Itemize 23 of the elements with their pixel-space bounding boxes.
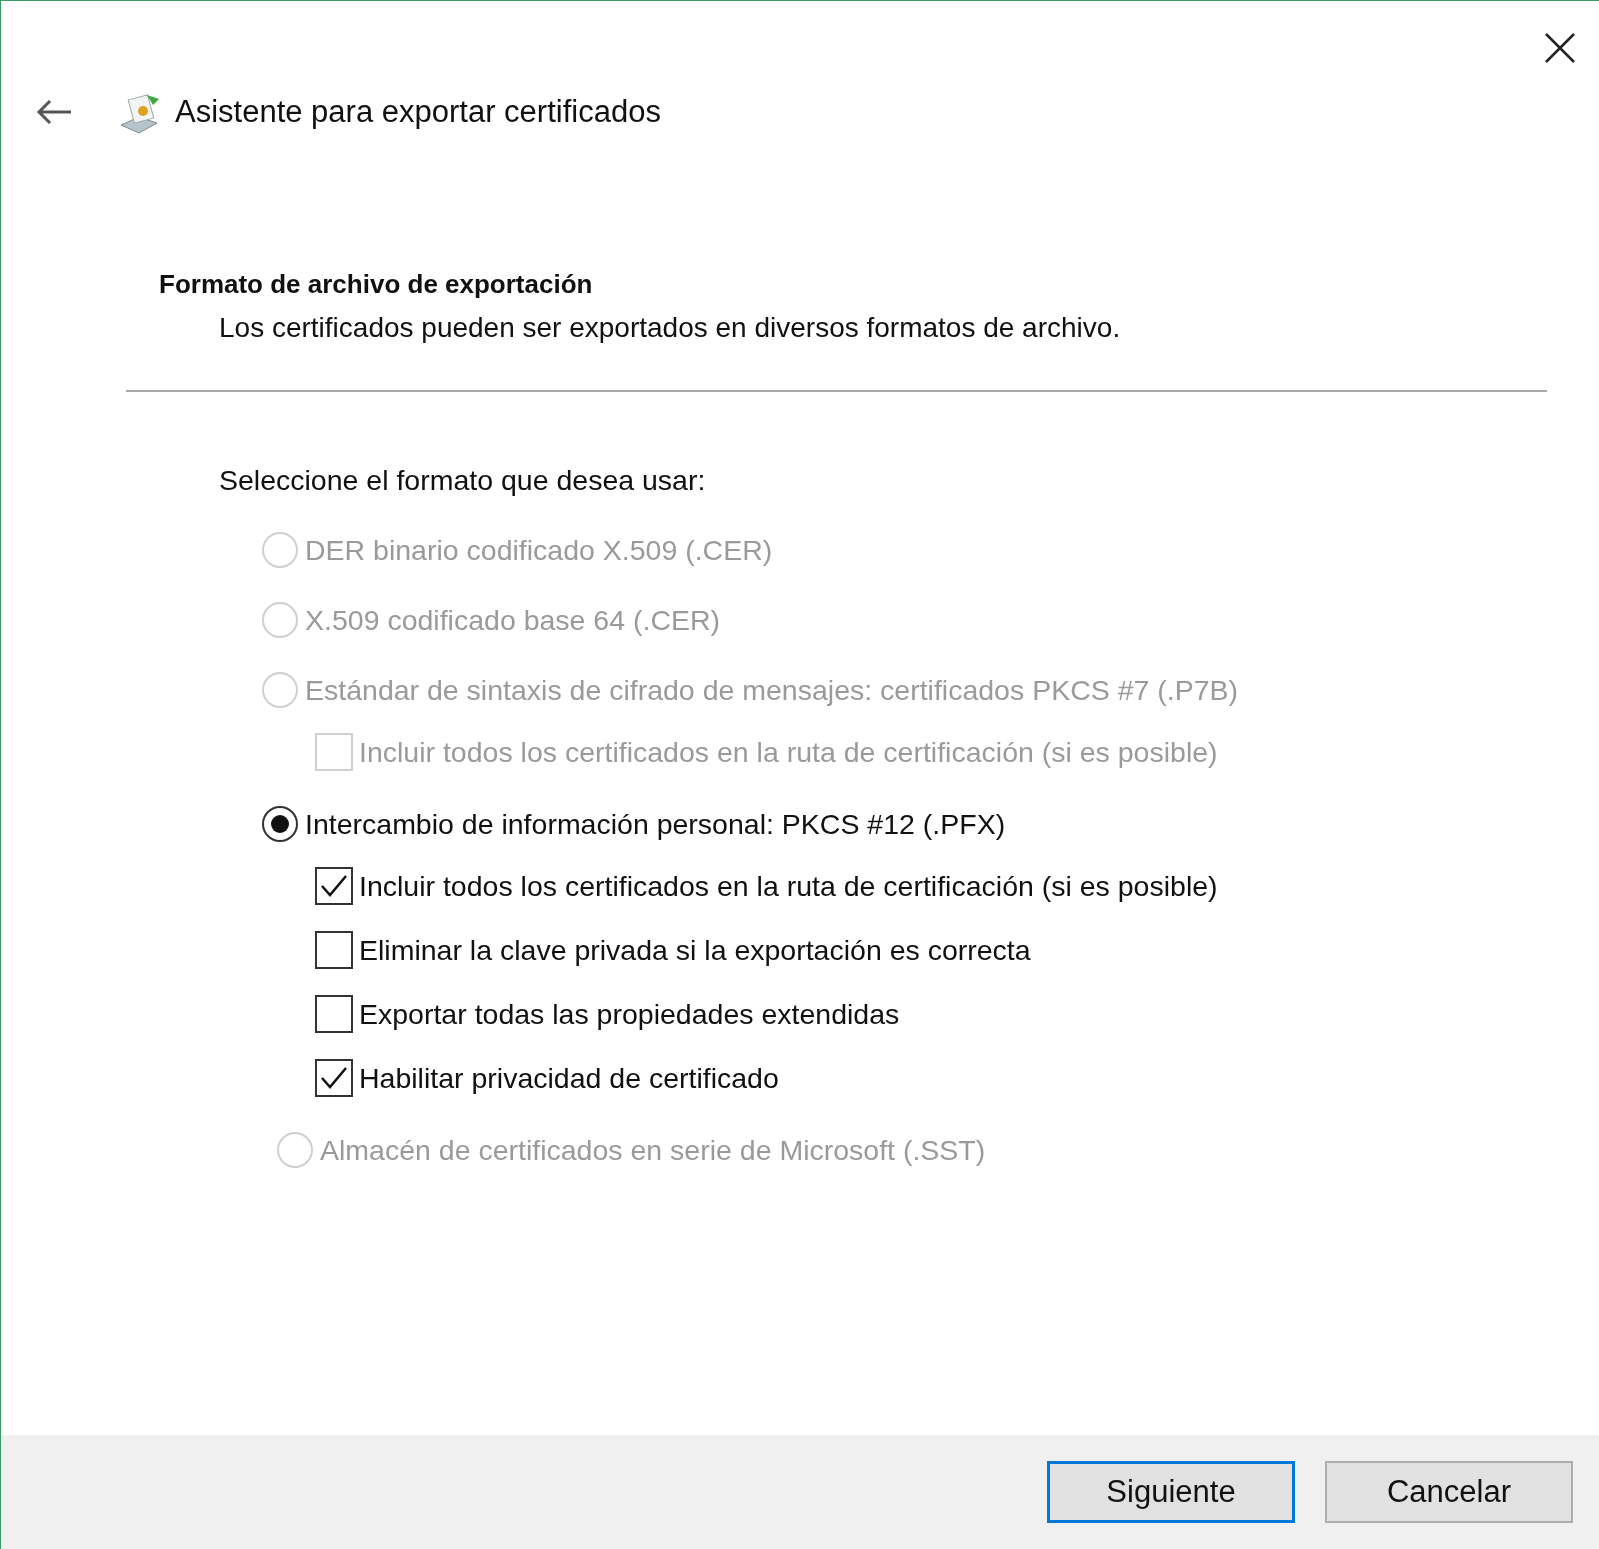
radio-label: Estándar de sintaxis de cifrado de mensajes: certificados PKCS #7 (.P7B) <box>305 673 1239 707</box>
close-icon[interactable] <box>1543 31 1577 65</box>
checkbox[interactable] <box>315 995 353 1033</box>
section-title: Formato de archivo de exportación <box>159 269 594 300</box>
checkbox[interactable] <box>315 1059 353 1097</box>
radio-label: Almacén de certificados en serie de Microsoft (.SST) <box>320 1133 986 1167</box>
back-arrow-icon[interactable] <box>35 97 73 127</box>
radio-label: Intercambio de información personal: PKCS #12 (.PFX) <box>305 807 1006 841</box>
checkbox-label: Eliminar la clave privada si la exportación es correcta <box>359 933 1031 967</box>
radio-label: X.509 codificado base 64 (.CER) <box>305 603 721 637</box>
checkbox[interactable] <box>315 867 353 905</box>
checkbox-label: Incluir todos los certificados en la ruta de certificación (si es posible) <box>359 735 1218 769</box>
section-subtitle: Los certificados pueden ser exportados en diversos formatos de archivo. <box>219 312 1122 344</box>
prompt-text: Seleccione el formato que desea usar: <box>219 464 707 497</box>
cancel-button[interactable]: Cancelar <box>1325 1461 1573 1523</box>
radio-button[interactable] <box>261 805 299 843</box>
window-title: Asistente para exportar certificados <box>175 94 661 130</box>
next-button[interactable]: Siguiente <box>1047 1461 1295 1523</box>
checkbox-label: Exportar todas las propiedades extendidas <box>359 997 900 1031</box>
checkbox-label: Habilitar privacidad de certificado <box>359 1061 779 1095</box>
radio-label: DER binario codificado X.509 (.CER) <box>305 533 773 567</box>
checkbox-label: Incluir todos los certificados en la ruta de certificación (si es posible) <box>359 869 1218 903</box>
checkbox[interactable] <box>315 931 353 969</box>
